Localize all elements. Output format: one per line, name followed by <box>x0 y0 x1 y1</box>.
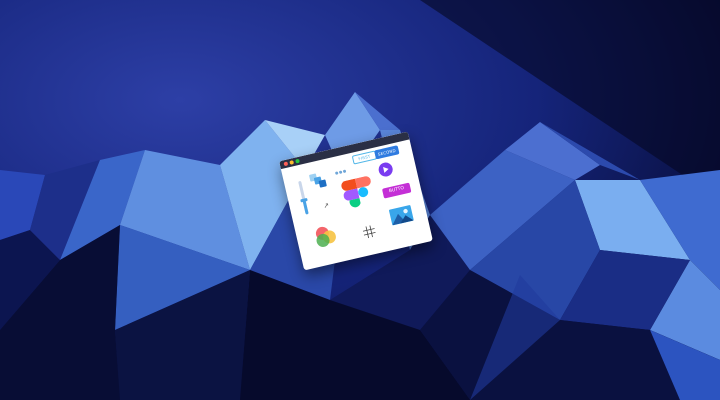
close-dot[interactable] <box>283 161 289 167</box>
cubes-icon <box>308 171 328 190</box>
pagination-dots <box>333 160 349 180</box>
minimize-dot[interactable] <box>289 160 295 165</box>
play-icon[interactable] <box>377 161 395 178</box>
image-icon <box>388 204 414 226</box>
second-button[interactable]: SECOND <box>374 145 400 160</box>
maximize-dot[interactable] <box>295 158 300 164</box>
sample-button[interactable]: BUTTO <box>381 182 412 199</box>
grid-icon <box>362 225 376 239</box>
first-button[interactable]: FIRST <box>351 150 378 165</box>
cursor-icon: ↗ <box>322 202 331 211</box>
colors-icon <box>315 226 336 247</box>
figma-icon <box>341 176 371 208</box>
page-dot[interactable] <box>342 169 347 174</box>
page-dot[interactable] <box>338 170 343 175</box>
page-dot[interactable] <box>334 171 339 175</box>
